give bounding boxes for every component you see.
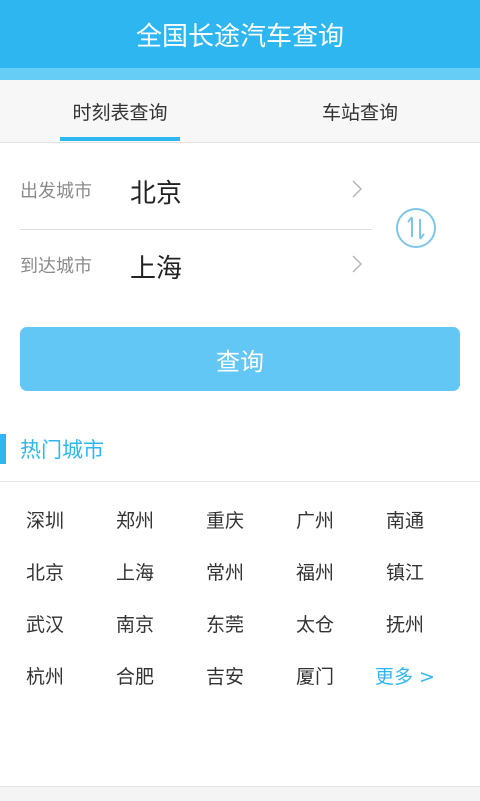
hot-cities-title-text: 热门城市 [20,438,104,462]
swap-arrows-icon[interactable] [395,207,437,249]
tab-bar: 时刻表查询 车站查询 [0,80,480,143]
hot-cities-marker [0,434,6,464]
arrival-city-label: 到达城市 [20,256,92,277]
tab-timetable[interactable]: 时刻表查询 [0,80,240,142]
departure-city-label: 出发城市 [20,181,92,202]
city-item[interactable]: 广州 [270,493,360,545]
bottom-edge [0,786,480,801]
hot-cities-grid: 深圳 郑州 重庆 广州 南通 北京 上海 常州 福州 镇江 武汉 南京 东莞 太… [0,493,480,701]
city-item[interactable]: 南通 [360,493,450,545]
city-row: 武汉 南京 东莞 太仓 抚州 [0,597,480,649]
departure-city-row[interactable]: 出发城市 北京 [20,155,372,230]
departure-city-value: 北京 [130,179,183,209]
hot-cities-title: 热门城市 [20,434,104,464]
city-item[interactable]: 东莞 [180,597,270,649]
city-item[interactable]: 北京 [0,545,90,597]
city-item[interactable]: 太仓 [270,597,360,649]
city-item[interactable]: 常州 [180,545,270,597]
search-button-label: 查询 [216,347,264,376]
arrival-city-value: 上海 [130,254,183,284]
city-item[interactable]: 深圳 [0,493,90,545]
search-button[interactable]: 查询 [20,327,460,391]
city-item[interactable]: 重庆 [180,493,270,545]
tab-station[interactable]: 车站查询 [240,80,480,142]
app-header: 全国长途汽车查询 [0,0,480,68]
city-row: 杭州 合肥 吉安 厦门 更多 > [0,649,480,701]
city-item[interactable]: 上海 [90,545,180,597]
city-item[interactable]: 抚州 [360,597,450,649]
more-cities-link[interactable]: 更多 > [360,649,450,701]
chevron-right-icon [352,255,363,273]
active-tab-indicator [60,137,180,141]
app-title: 全国长途汽车查询 [135,21,344,52]
tab-timetable-label: 时刻表查询 [72,101,168,124]
city-item[interactable]: 镇江 [360,545,450,597]
city-item[interactable]: 郑州 [90,493,180,545]
hot-cities-divider [0,481,480,482]
city-item[interactable]: 武汉 [0,597,90,649]
city-item[interactable]: 杭州 [0,649,90,701]
route-form: 出发城市 北京 到达城市 上海 [0,143,480,313]
chevron-right-icon [352,180,363,198]
city-row: 深圳 郑州 重庆 广州 南通 [0,493,480,545]
tab-station-label: 车站查询 [321,101,398,124]
arrival-city-row[interactable]: 到达城市 上海 [20,230,372,304]
header-strip [0,68,480,80]
city-item[interactable]: 厦门 [270,649,360,701]
city-item[interactable]: 福州 [270,545,360,597]
city-row: 北京 上海 常州 福州 镇江 [0,545,480,597]
city-item[interactable]: 吉安 [180,649,270,701]
city-item[interactable]: 合肥 [90,649,180,701]
city-item[interactable]: 南京 [90,597,180,649]
